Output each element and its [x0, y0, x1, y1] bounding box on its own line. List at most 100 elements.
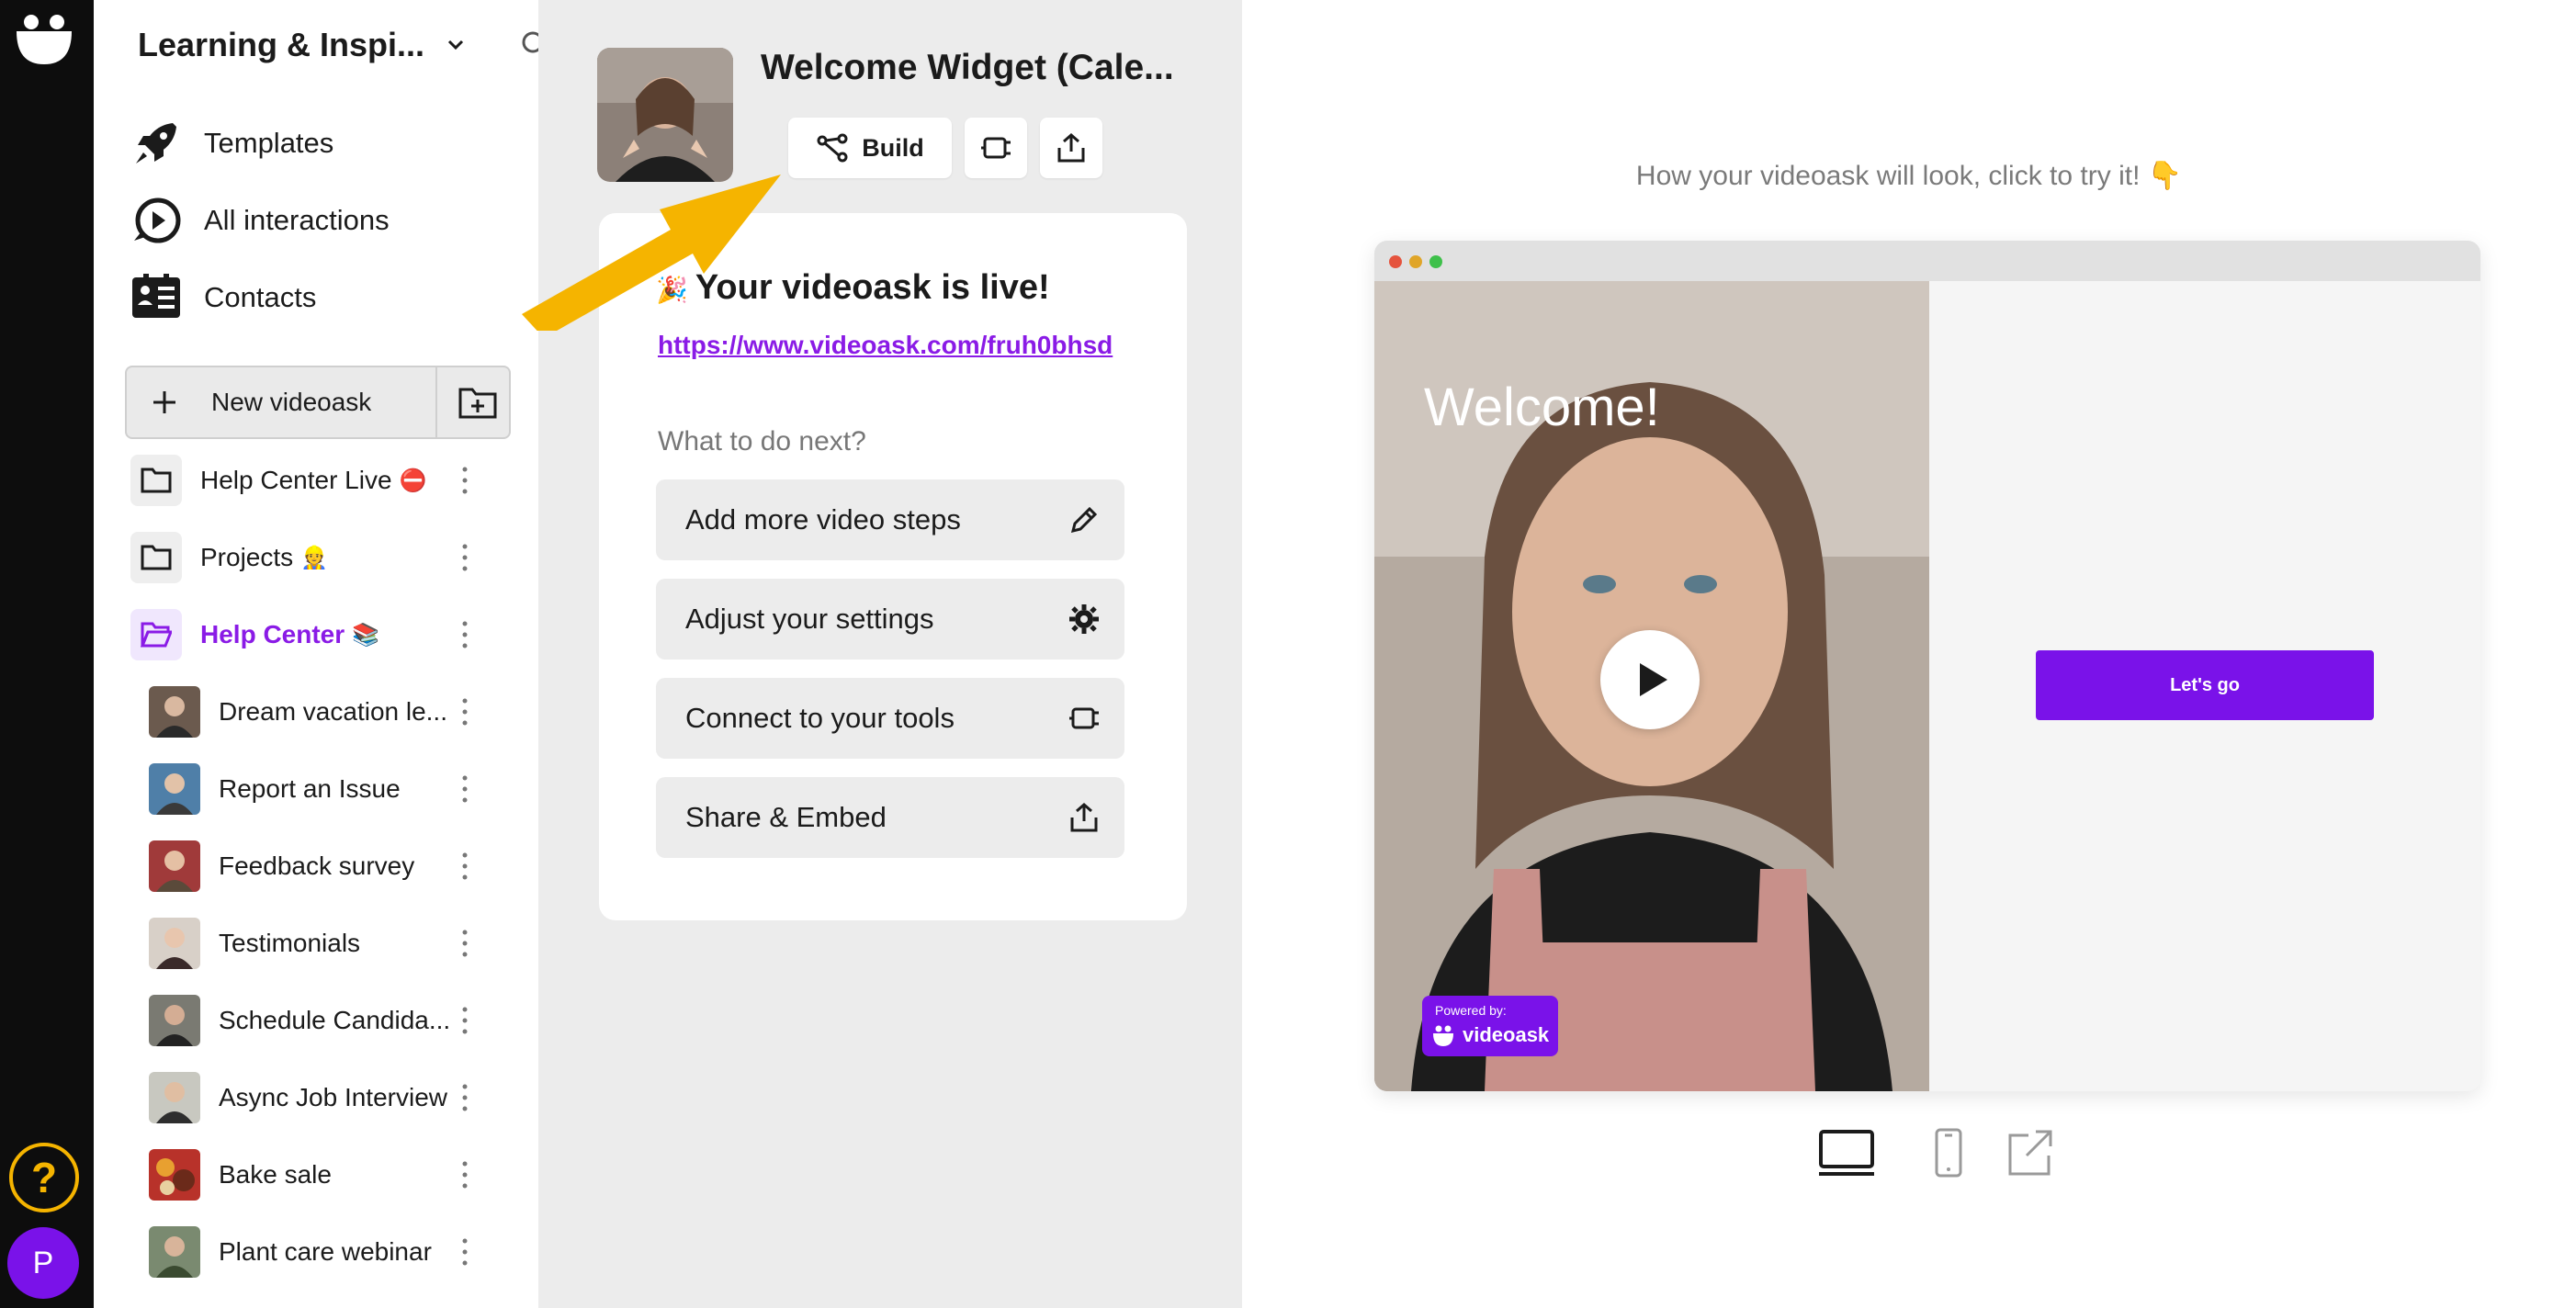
- pencil-icon: [1070, 506, 1098, 534]
- more-options-icon[interactable]: [461, 542, 469, 573]
- video-thumbnail: [149, 686, 200, 738]
- browser-maximize-dot: [1429, 255, 1442, 268]
- mobile-view-icon[interactable]: [1918, 1128, 1977, 1179]
- video-thumbnail: [149, 918, 200, 969]
- next-steps-label: What to do next?: [658, 426, 866, 457]
- item-label: Plant care webinar: [219, 1237, 432, 1266]
- more-options-icon[interactable]: [461, 851, 469, 882]
- list-item[interactable]: Bake sale: [130, 1146, 535, 1203]
- list-item[interactable]: Feedback survey: [130, 838, 535, 895]
- adjust-settings-button[interactable]: Adjust your settings: [656, 579, 1124, 660]
- powered-by-badge[interactable]: Powered by: videoask: [1422, 996, 1558, 1056]
- action-label: Connect to your tools: [685, 702, 955, 734]
- nav-label: All interactions: [204, 204, 390, 236]
- connect-tools-button[interactable]: Connect to your tools: [656, 678, 1124, 759]
- new-videoask-label: New videoask: [211, 388, 372, 416]
- folder-icon: [130, 532, 182, 583]
- folder-label: Help Center: [200, 620, 345, 648]
- browser-toolbar: [1374, 241, 2480, 281]
- help-button[interactable]: ?: [9, 1143, 79, 1212]
- videoask-logo-icon: [1433, 1025, 1453, 1046]
- share-embed-button[interactable]: Share & Embed: [656, 777, 1124, 858]
- list-item[interactable]: Async Job Interview: [130, 1069, 535, 1126]
- browser-preview[interactable]: Welcome! Powered by: videoask Let's go: [1374, 241, 2480, 1091]
- user-avatar[interactable]: P: [7, 1227, 79, 1299]
- item-label: Dream vacation le...: [219, 697, 447, 726]
- item-label: Schedule Candida...: [219, 1006, 451, 1034]
- item-label: Report an Issue: [219, 774, 401, 803]
- more-options-icon[interactable]: [461, 1236, 469, 1268]
- workspace-title: Learning & Inspi...: [138, 26, 425, 63]
- plug-icon: [981, 137, 1011, 159]
- nav-all-interactions[interactable]: All interactions: [130, 191, 390, 250]
- desktop-view-icon[interactable]: [1817, 1128, 1876, 1179]
- sidebar: Learning & Inspi... Templates All intera…: [94, 0, 550, 1308]
- plus-icon: [153, 391, 175, 413]
- action-label: Share & Embed: [685, 801, 887, 833]
- integrations-button[interactable]: [965, 118, 1027, 178]
- list-item[interactable]: Schedule Candida...: [130, 992, 535, 1049]
- more-options-icon[interactable]: [461, 619, 469, 650]
- folder-emoji: ⛔: [399, 468, 427, 493]
- build-button[interactable]: Build: [788, 118, 952, 178]
- video-thumbnail: [149, 840, 200, 892]
- open-external-icon[interactable]: [2001, 1128, 2060, 1179]
- left-rail: ? P: [0, 0, 94, 1308]
- folder-label: Help Center Live: [200, 466, 392, 494]
- lets-go-button[interactable]: Let's go: [2036, 650, 2374, 720]
- folder-open-icon: [130, 609, 182, 660]
- preview-panel: How your videoask will look, click to tr…: [1242, 0, 2576, 1308]
- list-item[interactable]: Dream vacation le...: [130, 683, 535, 740]
- folder-help-center[interactable]: Help Center 📚: [130, 606, 535, 663]
- folder-help-center-live[interactable]: Help Center Live ⛔: [130, 452, 535, 509]
- list-item[interactable]: Testimonials: [130, 915, 535, 972]
- share-icon: [1057, 133, 1085, 163]
- videoask-title: Welcome Widget (Cale...: [761, 48, 1174, 87]
- play-icon: [1640, 663, 1667, 696]
- share-button[interactable]: [1040, 118, 1102, 178]
- item-label: Async Job Interview: [219, 1083, 447, 1111]
- chevron-down-icon: [447, 39, 464, 51]
- new-videoask-button[interactable]: New videoask: [125, 366, 511, 439]
- share-icon: [1070, 803, 1098, 832]
- folder-label: Projects: [200, 543, 294, 571]
- more-options-icon[interactable]: [461, 773, 469, 805]
- nav-contacts[interactable]: Contacts: [130, 268, 316, 327]
- folder-projects[interactable]: Projects 👷: [130, 529, 535, 586]
- rocket-icon: [136, 123, 176, 164]
- add-video-steps-button[interactable]: Add more video steps: [656, 479, 1124, 560]
- browser-close-dot: [1389, 255, 1402, 268]
- video-player[interactable]: Welcome! Powered by: videoask: [1374, 281, 1929, 1091]
- item-label: Testimonials: [219, 929, 361, 957]
- nav-label: Contacts: [204, 281, 317, 313]
- action-label: Adjust your settings: [685, 603, 934, 635]
- videoask-thumbnail[interactable]: [597, 48, 733, 182]
- browser-minimize-dot: [1409, 255, 1422, 268]
- list-item[interactable]: Report an Issue: [130, 761, 535, 818]
- folder-emoji: 📚: [352, 622, 380, 648]
- powered-by-brand: videoask: [1463, 1023, 1550, 1046]
- more-options-icon[interactable]: [461, 1082, 469, 1113]
- powered-by-label: Powered by:: [1435, 1003, 1507, 1018]
- more-options-icon[interactable]: [461, 696, 469, 727]
- welcome-text: Welcome!: [1424, 378, 1660, 437]
- plug-icon: [1069, 707, 1099, 729]
- more-options-icon[interactable]: [461, 1005, 469, 1036]
- new-folder-icon[interactable]: [458, 384, 498, 421]
- more-options-icon[interactable]: [461, 465, 469, 496]
- list-item[interactable]: Plant care webinar: [130, 1223, 535, 1280]
- nav-templates[interactable]: Templates: [130, 114, 333, 173]
- gear-icon: [1069, 604, 1099, 634]
- video-thumbnail: [149, 1226, 200, 1278]
- video-thumbnail: [149, 1149, 200, 1201]
- more-options-icon[interactable]: [461, 928, 469, 959]
- play-button[interactable]: [1600, 630, 1700, 729]
- workspace-selector[interactable]: Learning & Inspi...: [138, 22, 550, 68]
- videoask-logo-icon[interactable]: [13, 11, 75, 66]
- item-label: Feedback survey: [219, 851, 415, 880]
- videoask-link[interactable]: https://www.videoask.com/fruh0bhsd: [658, 331, 1113, 360]
- action-label: Add more video steps: [685, 503, 961, 536]
- more-options-icon[interactable]: [461, 1159, 469, 1190]
- contacts-icon: [132, 274, 180, 318]
- build-label: Build: [862, 133, 924, 162]
